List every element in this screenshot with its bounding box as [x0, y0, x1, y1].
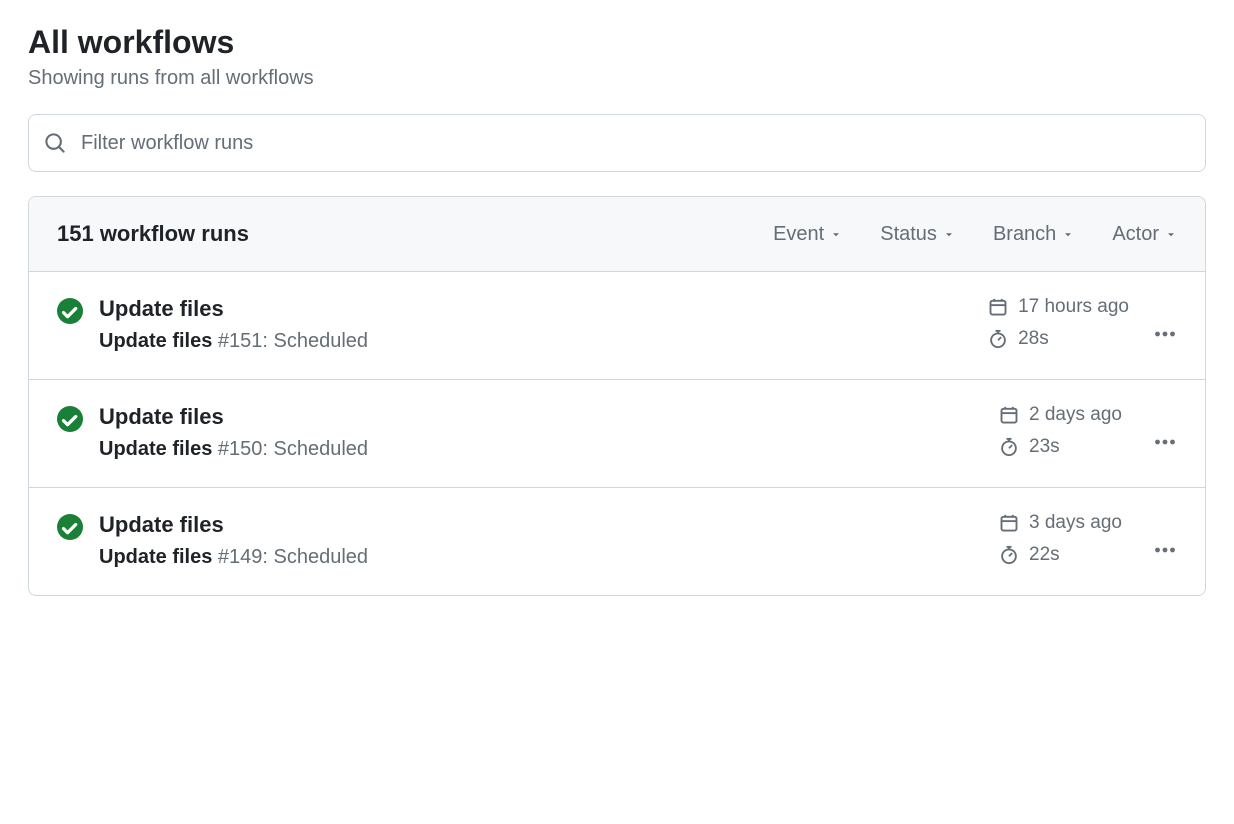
run-main: Update files Update files #149: Schedule…	[99, 512, 983, 569]
run-times: 3 days ago 22s	[999, 512, 1129, 566]
workflow-run-subtitle: Update files #150: Scheduled	[99, 438, 983, 461]
check-circle-success-icon	[57, 298, 83, 329]
filter-event-dropdown[interactable]: Event	[773, 223, 842, 246]
kebab-horizontal-icon	[1153, 538, 1177, 565]
duration-text: 22s	[1029, 544, 1060, 566]
caret-down-icon	[1062, 228, 1074, 240]
run-times: 2 days ago 23s	[999, 404, 1129, 458]
workflow-name-link[interactable]: Update files	[99, 438, 212, 460]
run-time-ago: 3 days ago	[999, 512, 1129, 534]
filter-input-wrap	[28, 114, 1206, 172]
run-duration: 28s	[988, 328, 1129, 350]
stopwatch-icon	[999, 437, 1019, 457]
run-main: Update files Update files #150: Schedule…	[99, 404, 983, 461]
workflow-runs-list: Update files Update files #151: Schedule…	[29, 272, 1205, 595]
run-meta: 2 days ago 23s	[999, 404, 1177, 463]
kebab-horizontal-icon	[1153, 430, 1177, 457]
workflow-run-title-link[interactable]: Update files	[99, 296, 972, 322]
caret-down-icon	[830, 228, 842, 240]
run-times: 17 hours ago 28s	[988, 296, 1129, 350]
run-duration: 22s	[999, 544, 1129, 566]
run-meta: 17 hours ago 28s	[988, 296, 1177, 355]
run-actions-menu-button[interactable]	[1153, 532, 1177, 571]
workflow-run-title-link[interactable]: Update files	[99, 404, 983, 430]
filter-branch-label: Branch	[993, 223, 1056, 246]
kebab-horizontal-icon	[1153, 322, 1177, 349]
check-circle-success-icon	[57, 406, 83, 437]
page-subtitle: Showing runs from all workflows	[28, 67, 1206, 90]
filter-event-label: Event	[773, 223, 824, 246]
filter-branch-dropdown[interactable]: Branch	[993, 223, 1074, 246]
search-icon	[44, 132, 66, 154]
stopwatch-icon	[999, 545, 1019, 565]
run-trigger: Scheduled	[274, 330, 369, 352]
filter-workflow-runs-input[interactable]	[28, 114, 1206, 172]
run-trigger: Scheduled	[274, 438, 369, 460]
workflow-runs-count: 151 workflow runs	[57, 221, 249, 247]
filter-actor-dropdown[interactable]: Actor	[1112, 223, 1177, 246]
run-number: #149:	[218, 546, 274, 568]
workflow-run-subtitle: Update files #151: Scheduled	[99, 330, 972, 353]
run-meta: 3 days ago 22s	[999, 512, 1177, 571]
workflow-name-link[interactable]: Update files	[99, 546, 212, 568]
run-duration: 23s	[999, 436, 1129, 458]
workflow-name-link[interactable]: Update files	[99, 330, 212, 352]
workflow-run-row: Update files Update files #150: Schedule…	[29, 380, 1205, 488]
calendar-icon	[999, 405, 1019, 425]
duration-text: 23s	[1029, 436, 1060, 458]
workflow-run-title-link[interactable]: Update files	[99, 512, 983, 538]
calendar-icon	[988, 297, 1008, 317]
time-ago-text: 2 days ago	[1029, 404, 1122, 426]
header-filters: Event Status Branch Actor	[773, 223, 1177, 246]
caret-down-icon	[943, 228, 955, 240]
check-circle-success-icon	[57, 514, 83, 545]
run-trigger: Scheduled	[274, 546, 369, 568]
time-ago-text: 17 hours ago	[1018, 296, 1129, 318]
workflow-run-row: Update files Update files #151: Schedule…	[29, 272, 1205, 380]
run-actions-menu-button[interactable]	[1153, 316, 1177, 355]
run-actions-menu-button[interactable]	[1153, 424, 1177, 463]
filter-actor-label: Actor	[1112, 223, 1159, 246]
run-time-ago: 17 hours ago	[988, 296, 1129, 318]
filter-status-dropdown[interactable]: Status	[880, 223, 955, 246]
workflow-runs-panel: 151 workflow runs Event Status Branch	[28, 196, 1206, 596]
workflow-run-row: Update files Update files #149: Schedule…	[29, 488, 1205, 595]
workflow-runs-header: 151 workflow runs Event Status Branch	[29, 197, 1205, 272]
run-number: #150:	[218, 438, 274, 460]
time-ago-text: 3 days ago	[1029, 512, 1122, 534]
run-time-ago: 2 days ago	[999, 404, 1129, 426]
stopwatch-icon	[988, 329, 1008, 349]
run-main: Update files Update files #151: Schedule…	[99, 296, 972, 353]
page-title: All workflows	[28, 24, 1206, 61]
filter-status-label: Status	[880, 223, 937, 246]
workflow-run-subtitle: Update files #149: Scheduled	[99, 546, 983, 569]
calendar-icon	[999, 513, 1019, 533]
duration-text: 28s	[1018, 328, 1049, 350]
caret-down-icon	[1165, 228, 1177, 240]
run-number: #151:	[218, 330, 274, 352]
